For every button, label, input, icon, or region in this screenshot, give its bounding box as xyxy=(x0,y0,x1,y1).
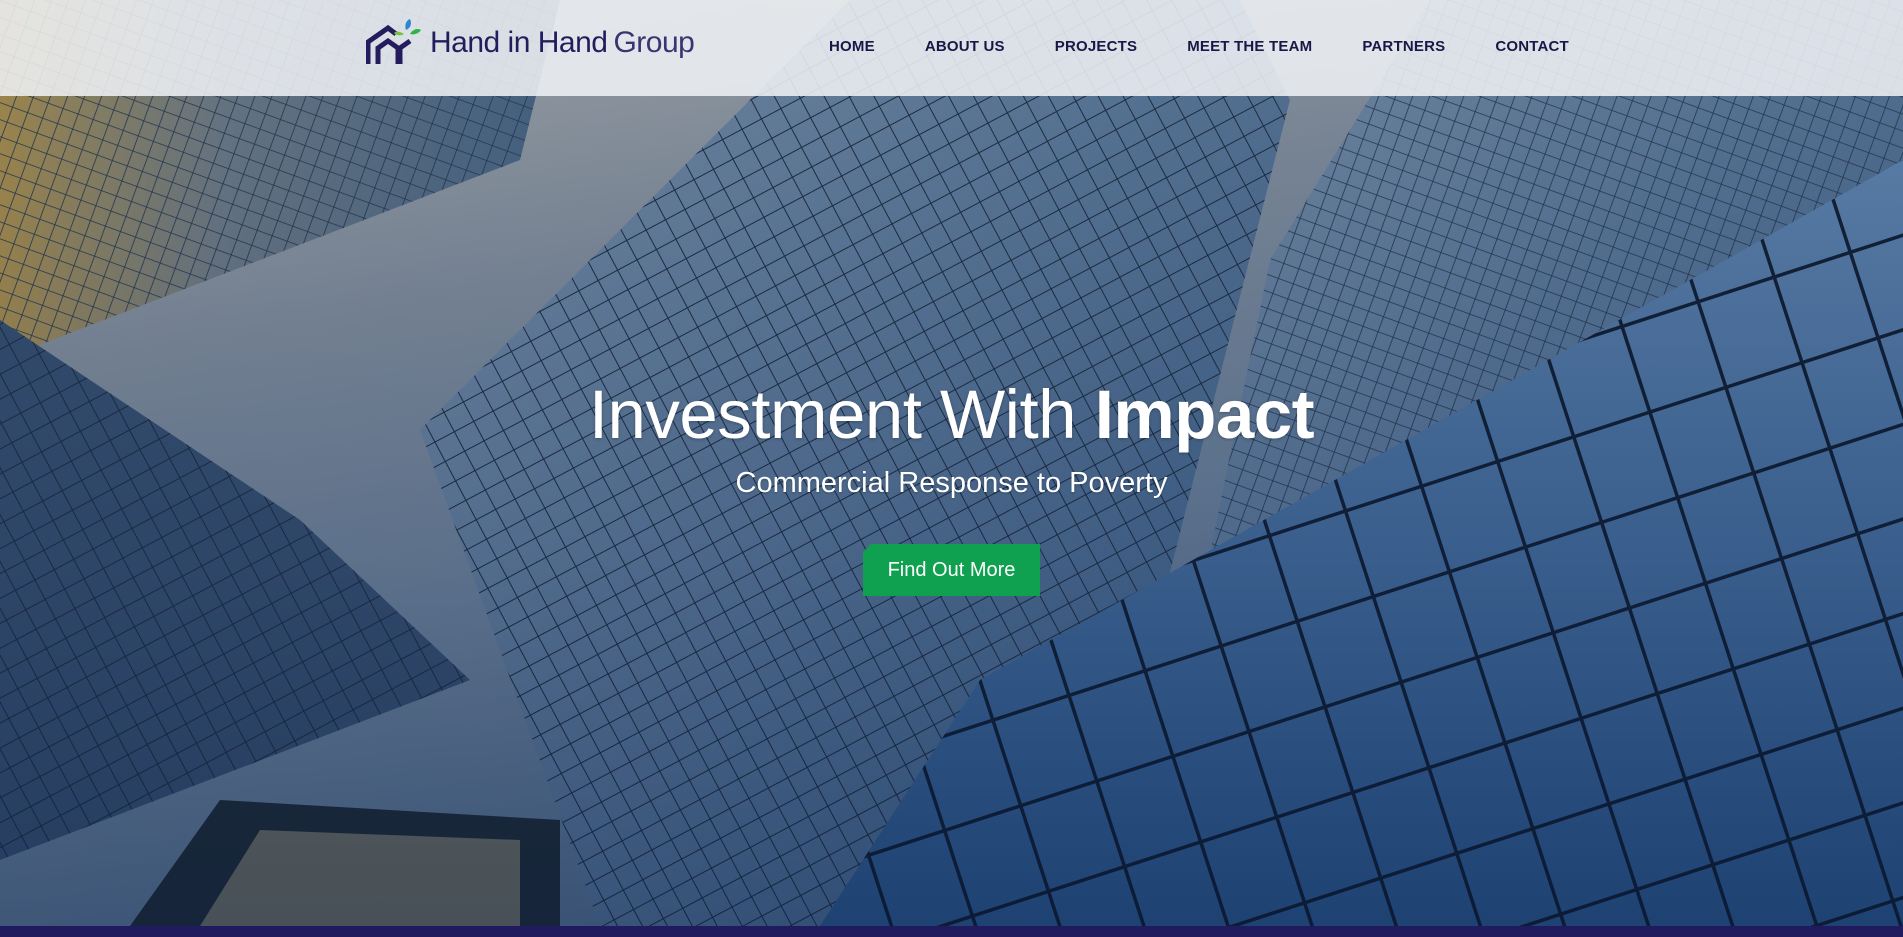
brand-logo[interactable]: Hand in Hand Group xyxy=(366,16,695,70)
hero-title-bold: Impact xyxy=(1094,376,1315,453)
house-leaf-logo-icon xyxy=(366,19,421,64)
site-header: Hand in Hand Group HOME ABOUT US PROJECTS… xyxy=(0,0,1903,96)
brand-name-suffix: Group xyxy=(613,26,695,59)
nav-item-about-us[interactable]: ABOUT US xyxy=(925,38,1005,55)
hero-title-regular: Investment With xyxy=(588,376,1095,453)
find-out-more-button[interactable]: Find Out More xyxy=(863,544,1040,596)
hero-content: Investment With Impact Commercial Respon… xyxy=(0,373,1903,596)
page-bottom-strip xyxy=(0,926,1903,937)
nav-item-partners[interactable]: PARTNERS xyxy=(1362,38,1445,55)
nav-item-home[interactable]: HOME xyxy=(829,38,875,55)
nav-item-contact[interactable]: CONTACT xyxy=(1495,38,1569,55)
hero-subtitle: Commercial Response to Poverty xyxy=(735,467,1168,499)
main-nav: HOME ABOUT US PROJECTS MEET THE TEAM PAR… xyxy=(829,38,1569,55)
nav-item-meet-the-team[interactable]: MEET THE TEAM xyxy=(1187,38,1312,55)
brand-name-main: Hand in Hand xyxy=(430,26,608,59)
brand-name: Hand in Hand Group xyxy=(430,26,695,60)
nav-item-projects[interactable]: PROJECTS xyxy=(1055,38,1137,55)
hero-title: Investment With Impact xyxy=(0,373,1903,457)
